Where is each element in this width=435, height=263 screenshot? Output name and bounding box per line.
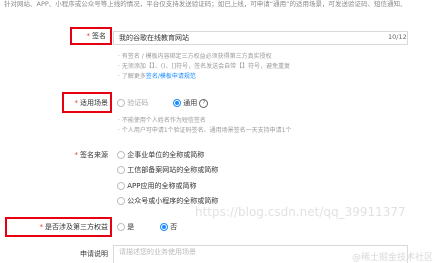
site-badge: @稀土掘金技术社区 [352, 253, 434, 263]
required-mark: * [39, 223, 44, 231]
signature-label: * 签名 [86, 32, 107, 40]
scene-hint-1: · 不能使用个人姓名作为短信签名 [118, 117, 206, 124]
required-mark: * [74, 99, 79, 107]
source-option-1[interactable]: 企事业单位的全称或简称 [117, 150, 204, 160]
radio-source-1[interactable] [117, 151, 125, 159]
radio-no[interactable] [160, 223, 168, 231]
signature-hint-3: · 了解更多签名/模板申请规范 [118, 73, 196, 80]
radio-source-3[interactable] [117, 182, 125, 190]
radio-general[interactable] [173, 99, 181, 107]
signature-input-value: 我的谷歌在线教育网站 [119, 34, 189, 42]
scene-option-general[interactable]: 通用 ? [173, 98, 209, 108]
description-label: 申请说明 [80, 250, 108, 258]
source-option-2[interactable]: 工信部备案网站的全称或简称 [117, 165, 218, 175]
source-label: * 签名来源 [74, 151, 109, 159]
radio-source-4[interactable] [117, 197, 125, 205]
signature-counter: 10/12 [388, 33, 407, 41]
spec-link[interactable]: 签名/模板申请规范 [146, 73, 196, 80]
radio-yes[interactable] [117, 223, 125, 231]
scene-hint-2: · 个人用户可申请1个验证码签名、通用场景签名一天支持申请1个 [118, 127, 292, 134]
description-placeholder: 请描述您的业务使用场景 [119, 248, 196, 256]
scene-option-verify[interactable]: 验证码 [117, 98, 148, 108]
top-notice: 针对网站、APP、小程序或公众号等上线的情况，平台仅支持发送验证码；如已上线，可… [4, 0, 407, 8]
help-icon[interactable]: ? [199, 98, 209, 108]
rights-option-no[interactable]: 否 [160, 222, 177, 232]
watermark: https://blog.csdn.net/qq_39911377 [195, 205, 406, 219]
source-option-3[interactable]: APP应用的全称或简称 [117, 181, 196, 191]
rights-option-yes[interactable]: 是 [117, 222, 134, 232]
signature-input[interactable]: 我的谷歌在线教育网站 [113, 31, 408, 45]
required-mark: * [74, 151, 79, 159]
signature-hint-1: · 有签名 / 模板内容绑定三方权益必须获得第三方真实授权 [118, 53, 272, 60]
radio-verify[interactable] [117, 99, 125, 107]
rights-label: * 是否涉及第三方权益 [39, 223, 109, 231]
scene-label: * 适用场景 [74, 99, 109, 107]
signature-hint-2: · 无须添加【】、()、[]符号，签名发送会自带【】符号，避免重复 [118, 63, 291, 70]
required-mark: * [86, 32, 91, 40]
radio-source-2[interactable] [117, 166, 125, 174]
